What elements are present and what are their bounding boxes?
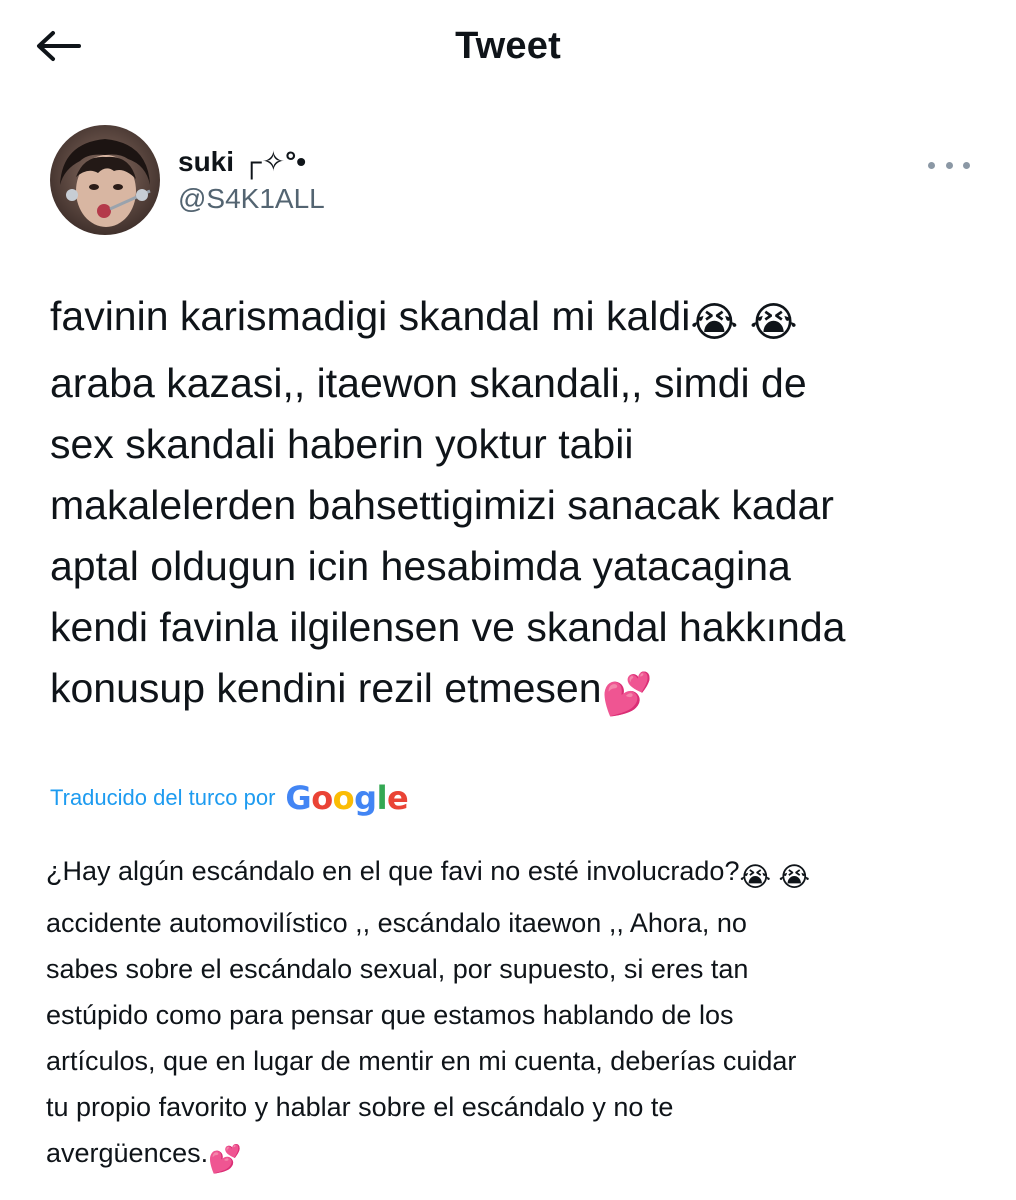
two-hearts-emoji: 💕 <box>601 671 653 717</box>
crying-face-emoji: 😭 <box>739 862 772 892</box>
author-names: suki ┌✧°• @S4K1ALL <box>178 145 325 217</box>
translated-text: ¿Hay algún escándalo en el que favi no e… <box>46 848 986 1182</box>
translation-body: accidente automovilístico ,, escándalo i… <box>46 908 797 1168</box>
more-horizontal-icon-dot <box>963 161 970 169</box>
user-avatar <box>50 125 160 235</box>
avatar[interactable] <box>50 125 160 235</box>
more-horizontal-icon <box>928 161 935 169</box>
user-handle[interactable]: @S4K1ALL <box>178 181 325 217</box>
crying-face-emoji: 😭 <box>690 299 739 345</box>
translation-line-1: ¿Hay algún escándalo en el que favi no e… <box>46 856 740 886</box>
translation-attribution[interactable]: Traducido del turco por Google <box>50 779 409 817</box>
tweet-text: favinin karismadigi skandal mi kaldi😭 😭 … <box>50 286 970 725</box>
more-options-button[interactable] <box>928 155 970 175</box>
two-hearts-emoji: 💕 <box>208 1144 242 1174</box>
crying-face-emoji: 😭 <box>749 299 798 345</box>
more-horizontal-icon-dot <box>945 161 953 169</box>
translated-by-label[interactable]: Traducido del turco por <box>50 783 275 813</box>
display-name[interactable]: suki ┌✧°• <box>178 145 325 179</box>
tweet-line-1: favinin karismadigi skandal mi kaldi <box>50 293 691 339</box>
google-logo: Google <box>285 779 409 817</box>
tweet-body: araba kazasi,, itaewon skandali,, simdi … <box>50 360 846 711</box>
tweet-author: suki ┌✧°• @S4K1ALL <box>50 125 970 235</box>
crying-face-emoji: 😭 <box>778 862 811 892</box>
top-bar: Tweet <box>0 0 1016 96</box>
page-title: Tweet <box>455 25 561 67</box>
